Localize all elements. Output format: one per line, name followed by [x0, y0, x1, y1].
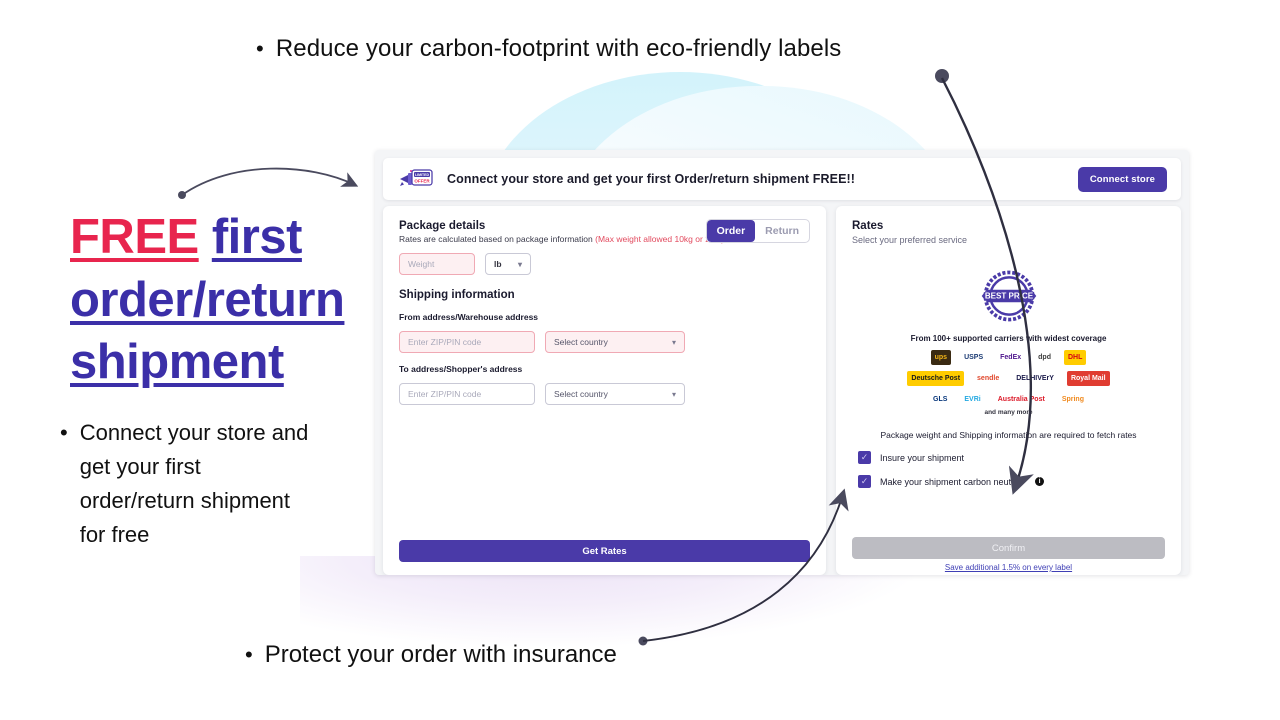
- bullet-insurance: • Protect your order with insurance: [245, 641, 617, 669]
- rates-panel: Rates Select your preferred service BEST…: [836, 206, 1181, 575]
- svg-text:LIMITED: LIMITED: [415, 173, 429, 177]
- promo-banner-message: Connect your store and get your first Or…: [447, 172, 856, 186]
- carrier-logo-spring: Spring: [1057, 392, 1088, 407]
- bullet-insurance-label: Protect your order with insurance: [264, 641, 617, 668]
- chevron-down-icon: ▾: [671, 337, 676, 347]
- package-details-panel: Package details Rates are calculated bas…: [383, 206, 826, 575]
- arrow-start-dot-eco: [935, 69, 949, 83]
- confirm-button[interactable]: Confirm: [852, 537, 1165, 559]
- app-panels: Package details Rates are calculated bas…: [383, 206, 1181, 575]
- from-address-row: Enter ZIP/PIN code Select country ▾: [399, 331, 810, 353]
- connect-store-button[interactable]: Connect store: [1077, 166, 1167, 192]
- carbon-neutral-checkbox[interactable]: ✓: [858, 475, 871, 488]
- to-address-label: To address/Shopper's address: [399, 364, 523, 374]
- carrier-logo-row: ups USPS FedEx dpd DHL: [930, 350, 1087, 365]
- carrier-logo-royal-mail: Royal Mail: [1066, 371, 1110, 386]
- carbon-neutral-label: Make your shipment carbon neutral: [880, 476, 1022, 487]
- package-details-subtitle-text: Rates are calculated based on package in…: [399, 234, 593, 244]
- requirement-note: Package weight and Shipping information …: [880, 430, 1137, 440]
- insure-shipment-label: Insure your shipment: [880, 452, 965, 463]
- save-additional-note[interactable]: Save additional 1.5% on every label: [836, 563, 1181, 572]
- from-country-value: Select country: [554, 337, 608, 347]
- svg-text:BEST PRICE: BEST PRICE: [984, 291, 1033, 300]
- svg-text:★★★: ★★★: [999, 279, 1017, 287]
- carrier-logo-usps: USPS: [960, 350, 988, 365]
- arrow-start-dot-headline: [178, 191, 186, 199]
- headline-free: FREE: [70, 210, 199, 264]
- svg-text:OFFER: OFFER: [414, 179, 430, 184]
- shipping-information-title: Shipping information: [399, 289, 515, 301]
- carrier-logo-evri: EVRi: [960, 392, 985, 407]
- and-many-more-label: and many more: [984, 409, 1033, 416]
- from-zip-input[interactable]: Enter ZIP/PIN code: [399, 331, 535, 353]
- arrow-to-headline: [181, 167, 359, 196]
- weight-unit-select[interactable]: lb ▾: [485, 253, 531, 275]
- app-screenshot-frame: LIMITED OFFER Connect your store and get…: [375, 150, 1189, 575]
- carriers-note: From 100+ supported carriers with widest…: [910, 334, 1107, 343]
- carbon-neutral-row[interactable]: ✓ Make your shipment carbon neutral i: [858, 475, 1165, 488]
- get-rates-button[interactable]: Get Rates: [399, 540, 810, 562]
- best-price-section: BEST PRICE ★★★ ★★★ From 100+ supported c…: [852, 265, 1165, 416]
- page-title: FREE first order/return shipment: [70, 206, 375, 394]
- carrier-logo-row: Deutsche Post sendle DELHIVErY Royal Mail: [907, 371, 1110, 386]
- info-icon[interactable]: i: [1035, 477, 1045, 486]
- bullet-connect-store-label: Connect your store and get your first or…: [79, 420, 309, 548]
- rates-title: Rates: [852, 220, 884, 232]
- best-price-badge-icon: BEST PRICE ★★★ ★★★: [978, 265, 1040, 327]
- insure-shipment-checkbox[interactable]: ✓: [858, 451, 871, 464]
- rates-subtitle: Select your preferred service: [852, 235, 968, 245]
- chevron-down-icon: ▾: [517, 259, 522, 269]
- carrier-logo-grid: ups USPS FedEx dpd DHL Deutsche Post sendle DEL…: [907, 350, 1110, 407]
- weight-unit-value: lb: [494, 259, 502, 269]
- from-country-select[interactable]: Select country ▾: [545, 331, 685, 353]
- carrier-logo-sendle: sendle: [973, 371, 1004, 386]
- bullet-eco-friendly: • Reduce your carbon-footprint with eco-…: [256, 35, 841, 63]
- carrier-logo-row: GLS EVRi Australia Post Spring: [929, 392, 1088, 407]
- max-weight-note: (Max weight allowed 10kg or 22lb): [595, 234, 725, 244]
- svg-text:★★★: ★★★: [999, 306, 1017, 314]
- insure-shipment-row[interactable]: ✓ Insure your shipment: [858, 451, 1165, 464]
- order-return-toggle[interactable]: Order Return: [705, 219, 810, 243]
- to-country-select[interactable]: Select country ▾: [545, 383, 685, 405]
- carrier-logo-ups: ups: [930, 350, 952, 365]
- bullet-dot-icon: •: [245, 642, 253, 667]
- carrier-logo-gls: GLS: [929, 392, 952, 407]
- to-country-value: Select country: [554, 389, 608, 399]
- chevron-down-icon: ▾: [671, 389, 676, 399]
- tab-order[interactable]: Order: [706, 220, 756, 242]
- bullet-dot-icon: •: [60, 420, 68, 445]
- carrier-logo-dhl: DHL: [1063, 350, 1087, 365]
- carrier-logo-delhivery: DELHIVErY: [1012, 371, 1058, 386]
- bullet-connect-store: • Connect your store and get your first …: [60, 416, 320, 552]
- megaphone-icon: LIMITED OFFER: [397, 167, 437, 191]
- carrier-logo-deutsche-post: Deutsche Post: [907, 371, 965, 386]
- to-address-row: Enter ZIP/PIN code Select country ▾: [399, 383, 810, 405]
- tab-return[interactable]: Return: [755, 220, 809, 242]
- promo-banner: LIMITED OFFER Connect your store and get…: [383, 158, 1181, 200]
- weight-input[interactable]: Weight: [399, 253, 475, 275]
- from-address-label: From address/Warehouse address: [399, 312, 539, 322]
- slide-canvas: • Reduce your carbon-footprint with eco-…: [0, 0, 1280, 720]
- carrier-logo-dpd: dpd: [1034, 350, 1055, 365]
- bullet-eco-friendly-label: Reduce your carbon-footprint with eco-fr…: [275, 35, 842, 62]
- weight-row: Weight lb ▾: [399, 253, 810, 275]
- carrier-logo-australia-post: Australia Post: [993, 392, 1049, 407]
- carrier-logo-fedex: FedEx: [996, 350, 1026, 365]
- bullet-dot-icon: •: [256, 36, 264, 61]
- to-zip-input[interactable]: Enter ZIP/PIN code: [399, 383, 535, 405]
